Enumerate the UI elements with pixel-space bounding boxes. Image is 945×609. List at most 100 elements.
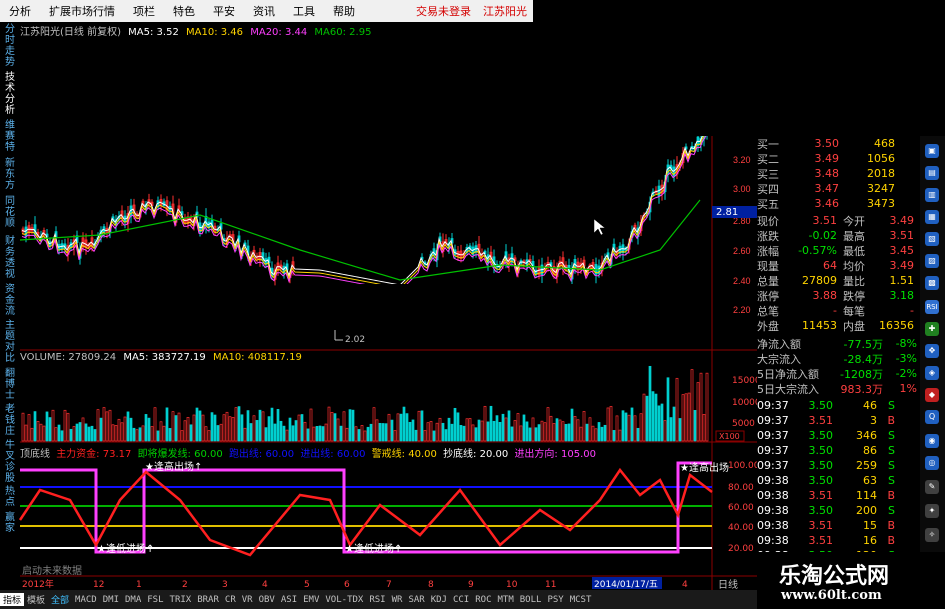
toolbar-icon[interactable]: ✦ bbox=[925, 504, 939, 518]
indicator-legend: 顶底线 主力资金: 73.17 即将爆发线: 60.00 跑出线: 60.00 … bbox=[20, 445, 596, 460]
volume-bar bbox=[132, 427, 136, 442]
volume-bar bbox=[240, 414, 244, 442]
volume-bar bbox=[399, 413, 403, 442]
indicator-tab[interactable]: TRIX bbox=[167, 595, 195, 605]
tick-volume: 346 bbox=[856, 429, 877, 442]
tick-time: 09:37 bbox=[757, 444, 789, 457]
toolbar-icon[interactable]: ▨ bbox=[925, 254, 939, 268]
indicator-tick: 40.00 bbox=[728, 523, 754, 533]
volume-bar bbox=[636, 427, 640, 442]
volume-bar bbox=[603, 424, 607, 442]
pen-icon[interactable]: ✎ bbox=[925, 480, 939, 494]
indicator-tab[interactable]: VOL-TDX bbox=[322, 595, 366, 605]
quote-value: -0.02 bbox=[808, 229, 837, 242]
indicator-tab[interactable]: BRAR bbox=[194, 595, 222, 605]
indicator-tab[interactable]: KDJ bbox=[428, 595, 450, 605]
indicator-tab[interactable]: DMA bbox=[122, 595, 144, 605]
indicator-tab[interactable]: SAR bbox=[405, 595, 427, 605]
volume-bar bbox=[450, 423, 454, 442]
volume-bar bbox=[243, 427, 247, 442]
date-cursor: 2014/01/17/五 bbox=[594, 580, 658, 590]
volume-bar bbox=[57, 424, 61, 442]
indicator-tab[interactable]: FSL bbox=[144, 595, 166, 605]
indicator-lines bbox=[18, 461, 713, 557]
toolbar-icon[interactable]: ▣ bbox=[925, 144, 939, 158]
toolbar-icon[interactable]: ✧ bbox=[925, 528, 939, 542]
volume-bar bbox=[366, 426, 370, 442]
period-label[interactable]: 日线 bbox=[718, 578, 738, 590]
toolbar-icon[interactable]: ▧ bbox=[925, 232, 939, 246]
indicator-tab[interactable]: ASI bbox=[278, 595, 300, 605]
volume-bar bbox=[72, 426, 76, 442]
volume-bar bbox=[336, 418, 340, 442]
indicator-tab[interactable]: OBV bbox=[256, 595, 278, 605]
indicator-tab[interactable]: ROC bbox=[472, 595, 494, 605]
volume-bar bbox=[654, 393, 658, 442]
query-icon[interactable]: Q bbox=[925, 410, 939, 424]
volume-bar bbox=[522, 414, 526, 442]
indicator-tab[interactable]: 指标 bbox=[0, 593, 25, 606]
indicator-tab[interactable]: CR bbox=[222, 595, 239, 605]
toolbar-icon[interactable]: ◉ bbox=[925, 434, 939, 448]
tick-price: 3.51 bbox=[808, 414, 834, 427]
price-tick: 2.40 bbox=[733, 276, 751, 286]
quote-label: 现价 bbox=[757, 214, 779, 228]
tick-direction: S bbox=[888, 399, 895, 412]
volume-bar bbox=[570, 408, 574, 442]
volume-bar bbox=[279, 420, 283, 442]
volume-bar bbox=[177, 412, 181, 442]
flow-percent: -2% bbox=[895, 367, 917, 380]
volume-tick: 15000 bbox=[732, 376, 757, 386]
toolbar-icon[interactable]: ▥ bbox=[925, 188, 939, 202]
quote-label: 涨停 bbox=[757, 289, 779, 303]
volume-bar bbox=[312, 426, 316, 442]
tick-direction: S bbox=[888, 429, 895, 442]
volume-bar bbox=[573, 416, 577, 442]
volume-bar bbox=[66, 412, 70, 442]
quote-row: 现量 64 均价 3.49 bbox=[757, 258, 920, 273]
indicator-tab[interactable]: DMI bbox=[100, 595, 122, 605]
indicator-tab[interactable]: VR bbox=[239, 595, 256, 605]
indicator-tab[interactable]: 全部 bbox=[48, 593, 72, 606]
indicator-tab[interactable]: CCI bbox=[450, 595, 472, 605]
indicator-tick: 100.00 bbox=[728, 461, 757, 471]
date-tick: 7 bbox=[386, 580, 392, 590]
toolbar-icon[interactable]: ▩ bbox=[925, 276, 939, 290]
quote-label: 今开 bbox=[843, 214, 865, 228]
move-icon[interactable]: ✥ bbox=[925, 344, 939, 358]
quote-value: 3.51 bbox=[889, 229, 915, 242]
toolbar-icon[interactable]: ▦ bbox=[925, 210, 939, 224]
volume-bar bbox=[297, 414, 301, 442]
volume-bar bbox=[285, 429, 289, 442]
volume-bar bbox=[219, 423, 223, 442]
toolbar-icon[interactable]: ▤ bbox=[925, 166, 939, 180]
indicator-tab[interactable]: EMV bbox=[300, 595, 322, 605]
tick-volume: 16 bbox=[863, 534, 877, 547]
volume-bar bbox=[123, 416, 127, 442]
zoom-icon[interactable]: ✚ bbox=[925, 322, 939, 336]
volume-bar bbox=[246, 410, 250, 442]
volume-bar bbox=[42, 425, 46, 442]
toolbar-icon[interactable]: ◆ bbox=[925, 388, 939, 402]
indicator-tab[interactable]: PSY bbox=[544, 595, 566, 605]
indicator-tab[interactable]: WR bbox=[389, 595, 406, 605]
quote-value: 3.88 bbox=[812, 289, 838, 302]
indicator-tick: 60.00 bbox=[728, 503, 754, 513]
toolbar-icon[interactable]: ◎ bbox=[925, 456, 939, 470]
rsi-icon[interactable]: RSI bbox=[925, 300, 939, 314]
indicator-tab[interactable]: 模板 bbox=[24, 593, 48, 606]
indicator-tab[interactable]: BOLL bbox=[517, 595, 545, 605]
indicator-tab[interactable]: MTM bbox=[495, 595, 517, 605]
volume-bar bbox=[39, 423, 43, 442]
volume-bar bbox=[93, 429, 97, 442]
quote-value: 3.51 bbox=[812, 214, 838, 227]
volume-bar bbox=[408, 421, 412, 442]
indicator-tab[interactable]: MACD bbox=[72, 595, 100, 605]
toolbar-icon[interactable]: ◈ bbox=[925, 366, 939, 380]
volume-bar bbox=[90, 425, 94, 442]
indicator-tab[interactable]: MCST bbox=[567, 595, 595, 605]
volume-bar bbox=[21, 412, 25, 442]
indicator-tab[interactable]: RSI bbox=[366, 595, 388, 605]
flow-percent: 1% bbox=[899, 382, 917, 395]
volume-bar bbox=[486, 421, 490, 442]
